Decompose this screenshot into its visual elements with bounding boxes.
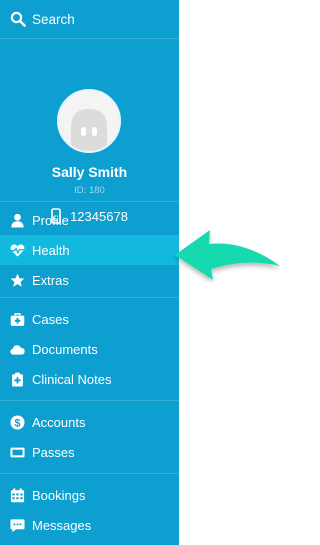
nav-group-finance: $ Accounts Passes [0, 401, 179, 474]
sidebar-item-extras[interactable]: Extras [0, 265, 179, 295]
user-phone: 12345678 [0, 208, 179, 224]
search-icon [10, 11, 26, 27]
heartbeat-icon [10, 243, 25, 257]
chat-icon [10, 518, 25, 532]
profile-card: Sally Smith ID: 180 12345678 [0, 39, 179, 224]
sidebar-item-label: Accounts [32, 414, 86, 430]
nav-group-records: Cases Documents Clinical Notes [0, 298, 179, 401]
sidebar-item-passes[interactable]: Passes [0, 437, 179, 467]
avatar[interactable] [57, 89, 121, 153]
sidebar: Search Sally Smith ID: 180 12345678 Prof… [0, 0, 179, 545]
sidebar-item-messages[interactable]: Messages [0, 510, 179, 540]
search-button[interactable]: Search [0, 0, 179, 39]
sidebar-item-clinical-notes[interactable]: Clinical Notes [0, 364, 179, 394]
mobile-phone-icon [51, 208, 61, 224]
sidebar-item-documents[interactable]: Documents [0, 334, 179, 364]
sidebar-item-label: Cases [32, 311, 69, 327]
sidebar-item-label: Messages [32, 517, 92, 533]
sidebar-item-label: Bookings [32, 487, 86, 503]
sidebar-item-bookings[interactable]: Bookings [0, 480, 179, 510]
card-icon [10, 447, 25, 457]
calendar-icon [10, 487, 25, 502]
user-id: ID: 180 [74, 185, 105, 196]
nav-group-communication: Bookings Messages [0, 474, 179, 540]
dollar-icon: $ [10, 414, 25, 430]
sidebar-item-label: Documents [32, 341, 98, 357]
sidebar-item-cases[interactable]: Cases [0, 304, 179, 334]
user-phone-number: 12345678 [70, 208, 128, 224]
avatar-ghost-icon [71, 109, 107, 151]
user-name: Sally Smith [51, 164, 128, 180]
star-icon [10, 273, 25, 287]
notes-icon [12, 372, 23, 386]
sidebar-item-accounts[interactable]: $ Accounts [0, 407, 179, 437]
arrow-pointer-icon [175, 230, 280, 280]
svg-text:$: $ [15, 417, 21, 429]
sidebar-item-health[interactable]: Health [0, 235, 179, 265]
sidebar-item-label: Extras [32, 272, 69, 288]
search-label: Search [32, 11, 75, 27]
sidebar-item-label: Passes [32, 444, 75, 460]
medkit-icon [10, 312, 25, 326]
sidebar-item-label: Clinical Notes [32, 371, 112, 387]
cloud-icon [10, 344, 25, 355]
sidebar-item-label: Health [32, 242, 70, 258]
